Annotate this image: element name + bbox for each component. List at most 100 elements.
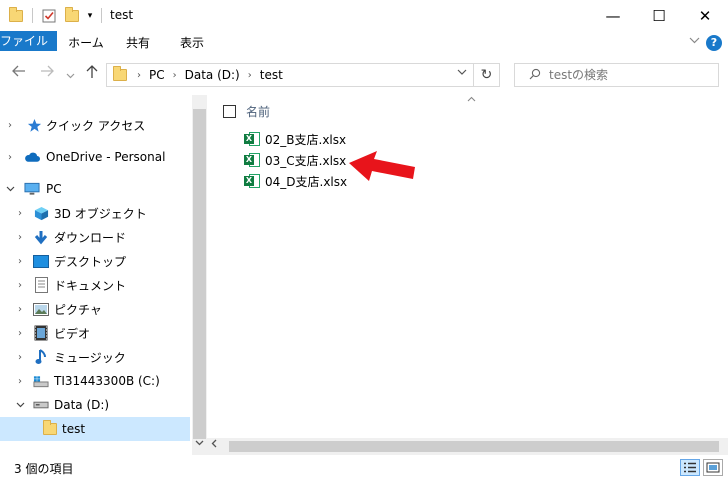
folder-icon: [42, 420, 58, 437]
navigation-pane-scrollbar[interactable]: [192, 95, 207, 455]
sidebar-item-label: ドキュメント: [54, 278, 127, 293]
details-view-button[interactable]: [680, 459, 700, 476]
sidebar-item-drive-c[interactable]: › TI31443300B (C:): [0, 369, 190, 393]
expand-chevron-icon[interactable]: ›: [8, 152, 12, 163]
expand-chevron-icon[interactable]: ›: [18, 208, 22, 219]
sidebar-item-desktop[interactable]: › デスクトップ: [0, 249, 190, 273]
navigation-bar: › PC › Data (D:) › test ↻: [0, 55, 728, 95]
tab-share[interactable]: 共有: [116, 31, 160, 55]
customize-quick-access-icon[interactable]: ▾: [84, 6, 96, 26]
file-name: 02_B支店.xlsx: [265, 132, 347, 147]
file-list-horizontal-scrollbar[interactable]: [207, 438, 728, 455]
download-icon: [33, 229, 49, 245]
address-dropdown-icon[interactable]: [457, 68, 467, 79]
sidebar-item-label: 3D オブジェクト: [54, 206, 147, 221]
drive-icon: [33, 397, 49, 413]
sidebar-item-pc[interactable]: PC: [0, 177, 190, 201]
file-list: 名前 X 02_B支店.xlsx X 03_C支店.xlsx X 04_D支店.…: [207, 95, 728, 455]
scrollbar-thumb[interactable]: [193, 109, 206, 439]
excel-file-icon: X: [244, 173, 260, 189]
sidebar-item-label: ビデオ: [54, 326, 91, 341]
expand-chevron-icon[interactable]: ›: [18, 256, 22, 267]
excel-file-icon: X: [244, 131, 260, 147]
sidebar-item-label: Data (D:): [54, 398, 110, 412]
excel-file-icon: X: [244, 152, 260, 168]
sidebar-item-label: PC: [46, 182, 62, 196]
windows-drive-icon: [33, 373, 49, 389]
expand-chevron-icon[interactable]: ›: [18, 352, 22, 363]
search-icon: [529, 68, 541, 83]
status-bar: 3 個の項目: [0, 455, 728, 480]
sidebar-item-drive-d[interactable]: Data (D:): [0, 393, 190, 417]
file-item[interactable]: X 04_D支店.xlsx: [244, 171, 347, 191]
breadcrumb-data-d[interactable]: Data (D:): [185, 68, 240, 82]
scroll-left-icon[interactable]: [211, 439, 217, 451]
expand-chevron-icon[interactable]: ›: [18, 304, 22, 315]
expand-chevron-icon[interactable]: ›: [18, 280, 22, 291]
collapse-chevron-icon[interactable]: [6, 184, 15, 195]
sidebar-item-3d-objects[interactable]: › 3D オブジェクト: [0, 201, 190, 225]
tab-view[interactable]: 表示: [170, 31, 214, 55]
breadcrumb-chevron-icon[interactable]: ›: [173, 70, 177, 81]
title-bar: ▾ test — ☐ ✕: [0, 0, 728, 31]
ribbon-expand-icon[interactable]: [689, 36, 700, 47]
properties-icon[interactable]: [40, 6, 58, 26]
expand-chevron-icon[interactable]: ›: [18, 376, 22, 387]
sidebar-item-label: ミュージック: [54, 350, 126, 365]
select-all-checkbox[interactable]: [223, 105, 236, 118]
sidebar-item-music[interactable]: › ミュージック: [0, 345, 190, 369]
sidebar-item-onedrive[interactable]: › OneDrive - Personal: [0, 145, 190, 169]
column-header-name[interactable]: 名前: [223, 103, 270, 120]
back-arrow-icon[interactable]: [12, 65, 26, 81]
new-folder-icon[interactable]: [64, 6, 80, 26]
sidebar-item-label: test: [62, 422, 86, 436]
details-view-icon: [684, 462, 696, 473]
sidebar-item-documents[interactable]: › ドキュメント: [0, 273, 190, 297]
large-icons-view-button[interactable]: [703, 459, 723, 476]
close-button[interactable]: ✕: [682, 0, 728, 31]
scroll-down-icon[interactable]: [192, 439, 207, 449]
cube-icon: [33, 205, 49, 221]
scrollbar-thumb[interactable]: [229, 441, 719, 452]
toolbar-divider: [32, 8, 33, 23]
breadcrumb-pc[interactable]: PC: [149, 68, 165, 82]
minimize-button[interactable]: —: [590, 0, 636, 31]
breadcrumb-test[interactable]: test: [260, 68, 283, 82]
file-item[interactable]: X 02_B支店.xlsx: [244, 129, 346, 149]
collapse-chevron-icon[interactable]: [16, 400, 25, 411]
picture-icon: [33, 301, 49, 317]
breadcrumb-chevron-icon[interactable]: ›: [137, 70, 141, 81]
up-arrow-icon[interactable]: [86, 65, 98, 83]
address-bar[interactable]: › PC › Data (D:) › test: [106, 63, 474, 87]
sidebar-item-label: デスクトップ: [54, 254, 127, 269]
sidebar-item-videos[interactable]: › ビデオ: [0, 321, 190, 345]
forward-arrow-icon[interactable]: [40, 65, 54, 81]
file-item[interactable]: X 03_C支店.xlsx: [244, 150, 346, 170]
sidebar-item-downloads[interactable]: › ダウンロード: [0, 225, 190, 249]
search-input[interactable]: [549, 68, 699, 82]
file-name: 04_D支店.xlsx: [265, 174, 348, 189]
sidebar-item-label: ダウンロード: [54, 230, 127, 245]
help-icon[interactable]: ?: [706, 35, 722, 51]
search-box[interactable]: [514, 63, 719, 87]
breadcrumb-chevron-icon[interactable]: ›: [248, 70, 252, 81]
desktop-icon: [33, 253, 49, 269]
tab-file[interactable]: ファイル: [0, 31, 57, 51]
document-icon: [33, 277, 49, 293]
sidebar-item-pictures[interactable]: › ピクチャ: [0, 297, 190, 321]
expand-chevron-icon[interactable]: ›: [8, 120, 12, 131]
sidebar-item-test[interactable]: test: [0, 417, 190, 441]
expand-chevron-icon[interactable]: ›: [18, 328, 22, 339]
sidebar-item-label: TI31443300B (C:): [54, 374, 160, 388]
navigation-pane: › クイック アクセス › OneDrive - Personal PC › 3…: [0, 95, 192, 455]
video-icon: [33, 325, 49, 341]
expand-chevron-icon[interactable]: ›: [18, 232, 22, 243]
maximize-button[interactable]: ☐: [636, 0, 682, 31]
music-icon: [33, 349, 49, 365]
star-icon: [26, 117, 42, 133]
cloud-icon: [24, 149, 40, 165]
recent-locations-chevron-icon[interactable]: [66, 67, 75, 83]
tab-home[interactable]: ホーム: [62, 31, 110, 55]
sidebar-item-quick-access[interactable]: › クイック アクセス: [0, 113, 190, 137]
refresh-button[interactable]: ↻: [474, 63, 500, 87]
